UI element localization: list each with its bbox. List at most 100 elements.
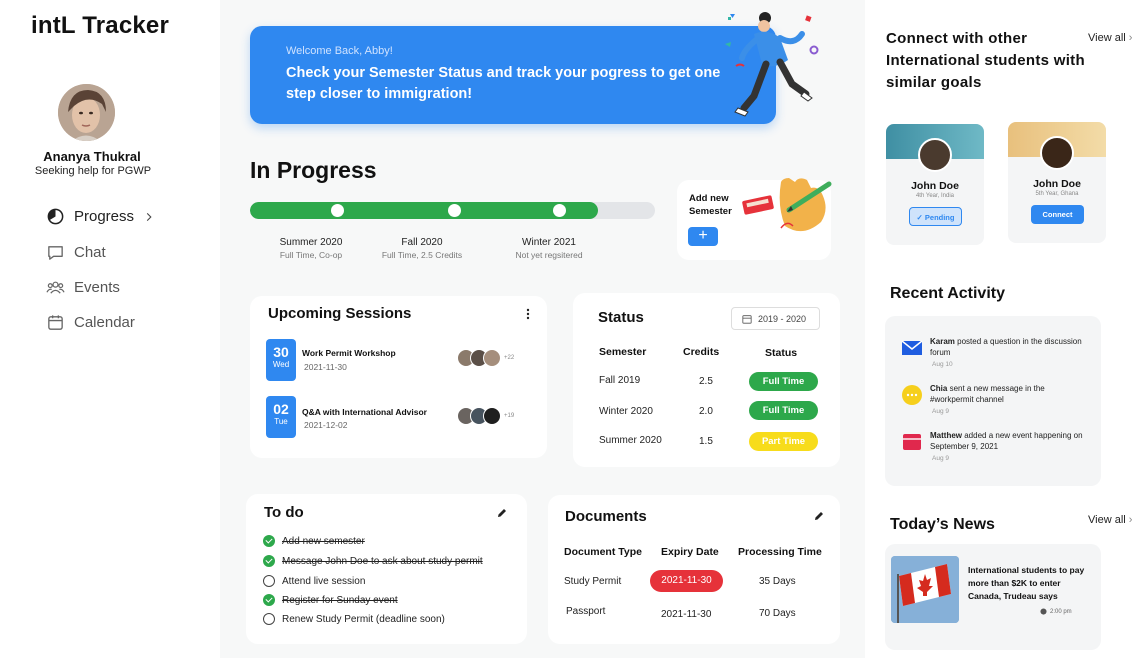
chevron-right-icon: ›	[1128, 32, 1133, 44]
doc-header-processing: Processing Time	[738, 546, 822, 558]
activity-text: Karam posted a question in the discussio…	[930, 336, 1090, 358]
todo-item[interactable]: Renew Study Permit (deadline soon)	[263, 613, 445, 625]
session-date: 2021-11-30	[304, 362, 347, 372]
activity-time: Aug 9	[932, 408, 949, 415]
nav-item-calendar[interactable]: Calendar	[46, 313, 135, 332]
connect-view-all-link[interactable]: View all ›	[1088, 32, 1132, 44]
edit-icon[interactable]	[813, 510, 825, 522]
unchecked-icon[interactable]	[263, 575, 275, 587]
todo-title: To do	[264, 504, 304, 521]
chat-bubble-icon	[902, 385, 922, 405]
pending-button[interactable]: ✓ Pending	[909, 207, 962, 226]
session-date-badge: 02 Tue	[266, 396, 296, 438]
mail-icon	[901, 340, 923, 355]
year-range-picker[interactable]: 2019 - 2020	[731, 307, 820, 330]
nav-item-events[interactable]: Events	[46, 278, 120, 297]
checked-icon[interactable]	[263, 555, 275, 567]
status-header-semester: Semester	[599, 346, 647, 358]
checked-icon[interactable]	[263, 594, 275, 606]
news-view-all-link[interactable]: View all ›	[1088, 514, 1132, 526]
activity-time: Aug 10	[932, 361, 953, 368]
status-card: Status 2019 - 2020 Semester Credits Stat…	[573, 293, 840, 467]
person-meta: 4th Year, India	[915, 193, 955, 199]
progress-fill	[250, 202, 599, 219]
todo-item[interactable]: Register for Sunday event	[263, 594, 398, 606]
session-weekday: Wed	[272, 360, 290, 369]
stage-name: Winter 2021	[522, 237, 576, 248]
calendar-icon	[48, 315, 63, 330]
activity-user: Karam	[930, 337, 955, 346]
activity-user: Matthew	[930, 431, 962, 440]
activity-text: Matthew added a new event happening on S…	[930, 430, 1090, 452]
upcoming-sessions-card: Upcoming Sessions 30 Wed Work Permit Wor…	[250, 296, 547, 458]
status-header-credits: Credits	[683, 346, 720, 358]
user-subtitle: Seeking help for PGWP	[34, 165, 152, 177]
canada-flag-image	[891, 556, 959, 623]
attendee-avatars[interactable]: +19	[457, 407, 514, 425]
status-badge: Part Time	[749, 432, 818, 451]
person-avatar	[918, 138, 952, 172]
activity-text: Chia sent a new message in the #workperm…	[930, 383, 1090, 405]
connect-button[interactable]: Connect	[1031, 205, 1084, 224]
stage-detail: Full Time, 2.5 Credits	[381, 250, 463, 260]
app-logo[interactable]: intL Tracker	[31, 12, 169, 40]
documents-card: Documents Document Type Expiry Date Proc…	[548, 495, 840, 644]
view-all-label: View all	[1088, 32, 1126, 44]
status-credits: 1.5	[699, 436, 713, 447]
todo-item[interactable]: Attend live session	[263, 575, 365, 587]
nav-item-progress[interactable]: Progress	[46, 207, 155, 226]
doc-header-type: Document Type	[564, 546, 642, 558]
attendee-more-count: +19	[504, 413, 515, 419]
todo-item[interactable]: Add new semester	[263, 535, 365, 547]
person-card[interactable]: John Doe 5th Year, Ghana Connect	[1008, 122, 1106, 243]
doc-processing: 35 Days	[759, 576, 796, 587]
welcome-message: Check your Semester Status and track you…	[286, 65, 721, 102]
person-name: John Doe	[1033, 178, 1081, 190]
status-header-status: Status	[765, 347, 798, 359]
nav-label-progress: Progress	[74, 208, 135, 225]
progress-step-dot	[448, 204, 461, 217]
todo-text: Add new semester	[282, 535, 365, 547]
todo-item[interactable]: Message John Doe to ask about study perm…	[263, 555, 483, 567]
session-date-badge: 30 Wed	[266, 339, 296, 381]
attendee-avatars[interactable]: +22	[457, 349, 514, 367]
calendar-small-icon	[742, 314, 752, 324]
edit-icon[interactable]	[496, 507, 508, 519]
todo-text: Register for Sunday event	[282, 594, 398, 606]
add-semester-card: Add new Semester +	[677, 178, 832, 260]
news-card[interactable]: International students to pay more than …	[885, 544, 1101, 650]
chevron-right-icon: ›	[1128, 514, 1133, 526]
user-avatar[interactable]	[58, 84, 115, 141]
nav-label-events: Events	[74, 279, 120, 296]
nav-label-chat: Chat	[74, 244, 106, 261]
recent-activity-card: Karam posted a question in the discussio…	[885, 316, 1101, 486]
nav-label-calendar: Calendar	[74, 314, 135, 331]
welcome-greeting: Welcome Back, Abby!	[286, 45, 393, 57]
doc-processing: 70 Days	[759, 608, 796, 619]
more-vertical-icon[interactable]	[525, 308, 531, 320]
unchecked-icon[interactable]	[263, 613, 275, 625]
attendee-more-count: +22	[504, 355, 515, 361]
todays-news-title: Today’s News	[890, 516, 995, 533]
news-time-label: 2:00 pm	[1050, 608, 1072, 615]
todo-text: Message John Doe to ask about study perm…	[282, 555, 483, 567]
hand-pencil-illustration	[742, 178, 832, 232]
checked-icon[interactable]	[263, 535, 275, 547]
todo-card: To do Add new semester Message John Doe …	[246, 494, 527, 644]
session-name[interactable]: Work Permit Workshop	[302, 348, 396, 358]
add-semester-label: Add new Semester	[689, 193, 732, 217]
person-card[interactable]: John Doe 4th Year, India ✓ Pending	[886, 124, 984, 245]
nav-item-chat[interactable]: Chat	[46, 243, 106, 262]
activity-user: Chia	[930, 384, 948, 393]
session-name[interactable]: Q&A with International Advisor	[302, 407, 427, 417]
add-semester-button[interactable]: +	[688, 227, 718, 246]
clock-icon	[1040, 608, 1047, 615]
runner-illustration	[725, 12, 819, 117]
stage-name: Fall 2020	[401, 237, 443, 248]
news-time: 2:00 pm	[1040, 608, 1072, 615]
connect-title: Connect with other International student…	[886, 30, 1085, 91]
news-headline[interactable]: International students to pay more than …	[968, 564, 1094, 603]
session-weekday: Tue	[274, 417, 288, 426]
person-avatar	[1040, 136, 1074, 170]
status-semester: Fall 2019	[599, 375, 641, 386]
